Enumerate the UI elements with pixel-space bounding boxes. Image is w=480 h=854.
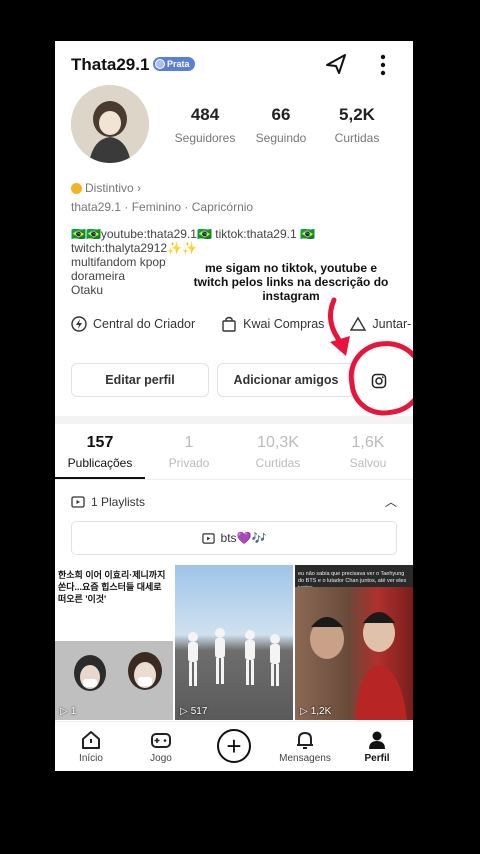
tent-icon (350, 316, 367, 331)
profile-meta: thata29.1 · Feminino · Capricórnio (71, 200, 254, 214)
tab-curtidas-label: Curtidas (255, 456, 301, 470)
rank-badge[interactable]: Prata (153, 57, 195, 71)
avatar-illustration (71, 85, 149, 163)
followers-count: 484 (190, 105, 220, 124)
tab-publicacoes-label: Publicações (67, 456, 133, 470)
play-icon: ▷ (60, 706, 68, 717)
creator-center-label: Central do Criador (93, 317, 196, 331)
person-icon (369, 731, 385, 749)
badge-icon (155, 59, 165, 69)
join-link[interactable]: Juntar- (350, 316, 411, 332)
join-label: Juntar- (372, 317, 412, 331)
home-icon (82, 731, 100, 749)
nav-game-label: Jogo (150, 753, 172, 764)
playlist-item-label: bts💜🎶 (220, 531, 267, 545)
tab-salvou-label: Salvou (349, 456, 387, 470)
gamepad-icon (151, 733, 171, 748)
video-image (188, 628, 280, 686)
create-button[interactable]: + (217, 729, 251, 763)
play-count-value: 1 (70, 706, 77, 717)
content-tabs: 157 Publicações 1 Privado 10,3K Curtidas… (55, 434, 413, 480)
video-thumbnail[interactable]: 한소희 이어 이효리·제니까지 쏜다...요즘 힙스터들 대세로 떠오른 '이것… (55, 565, 173, 720)
play-count-value: 1,2K (310, 706, 332, 717)
profile-screen: Thata29.1 Prata 484 Seguidores 66 Seguin… (55, 41, 413, 771)
playlists-label: 1 Playlists (91, 494, 146, 509)
active-tab-indicator (55, 477, 145, 479)
nav-messages-label: Mensagens (279, 753, 331, 764)
nav-home[interactable]: Início (61, 729, 121, 764)
tab-privado-label: Privado (168, 456, 210, 470)
section-divider (55, 416, 413, 424)
nav-profile[interactable]: Perfil (347, 729, 407, 764)
following-count: 66 (271, 105, 291, 124)
username: Thata29.1 (71, 55, 150, 74)
play-count: ▷ 1,2K (300, 706, 331, 717)
distintivo-link[interactable]: Distintivo › (71, 181, 141, 195)
followers-stat[interactable]: 484 Seguidores (165, 105, 245, 145)
playlists-header[interactable]: 1 Playlists ︿ (71, 493, 397, 510)
tab-salvou[interactable]: 1,6K Salvou (325, 434, 411, 470)
bottom-nav: Início Jogo + Mensagens Perfil (55, 721, 413, 771)
plus-icon: + (226, 731, 242, 761)
nav-game[interactable]: Jogo (131, 729, 191, 764)
video-caption: 한소희 이어 이효리·제니까지 쏜다...요즘 힙스터들 대세로 떠오른 '이것… (58, 570, 166, 604)
nav-messages[interactable]: Mensagens (275, 729, 335, 764)
video-grid: 한소희 이어 이효리·제니까지 쏜다...요즘 힙스터들 대세로 떠오른 '이것… (55, 565, 413, 720)
play-count: ▷ 517 (180, 706, 207, 717)
tab-publicacoes[interactable]: 157 Publicações (57, 434, 143, 470)
badge-label: Prata (167, 59, 190, 69)
nav-profile-label: Perfil (364, 753, 390, 764)
share-icon[interactable] (323, 51, 349, 77)
play-count-value: 517 (190, 706, 208, 717)
tab-salvou-count: 1,6K (351, 434, 385, 451)
lightning-icon (71, 316, 87, 332)
video-image (295, 587, 413, 720)
chevron-up-icon[interactable]: ︿ (385, 493, 397, 510)
avatar[interactable] (71, 85, 149, 163)
kwai-shop-label: Kwai Compras (243, 317, 325, 331)
play-icon: ▷ (300, 706, 308, 717)
tab-publicacoes-count: 157 (86, 434, 114, 451)
nav-home-label: Início (79, 753, 103, 764)
following-stat[interactable]: 66 Seguindo (241, 105, 321, 145)
likes-count: 5,2K (339, 105, 375, 124)
creator-center-link[interactable]: Central do Criador (71, 316, 195, 332)
following-label: Seguindo (255, 131, 307, 145)
tab-privado-count: 1 (184, 434, 194, 451)
more-options-icon[interactable] (373, 53, 393, 77)
likes-stat[interactable]: 5,2K Curtidas (317, 105, 397, 145)
likes-label: Curtidas (334, 131, 380, 145)
shopping-bag-icon (222, 316, 236, 332)
coin-icon (71, 182, 82, 194)
quick-links: Central do Criador Kwai Compras Juntar- (71, 316, 411, 332)
tab-privado[interactable]: 1 Privado (146, 434, 232, 470)
play-count: ▷ 1 (60, 706, 76, 717)
add-friends-button[interactable]: Adicionar amigos (217, 363, 355, 397)
video-thumbnail[interactable]: ▷ 517 (175, 565, 293, 720)
followers-label: Seguidores (174, 131, 236, 145)
tab-curtidas[interactable]: 10,3K Curtidas (235, 434, 321, 470)
playlist-item-button[interactable]: bts💜🎶 (71, 521, 397, 555)
playlist-icon (201, 532, 215, 544)
playlist-icon (71, 495, 85, 508)
play-icon: ▷ (180, 706, 188, 717)
distintivo-label: Distintivo › (85, 181, 142, 195)
bell-icon (297, 732, 313, 749)
tab-curtidas-count: 10,3K (257, 434, 299, 451)
video-thumbnail[interactable]: eu não sabia que precisava ver o Taehyun… (295, 565, 413, 720)
kwai-shop-link[interactable]: Kwai Compras (221, 316, 324, 332)
edit-profile-button[interactable]: Editar perfil (71, 363, 209, 397)
